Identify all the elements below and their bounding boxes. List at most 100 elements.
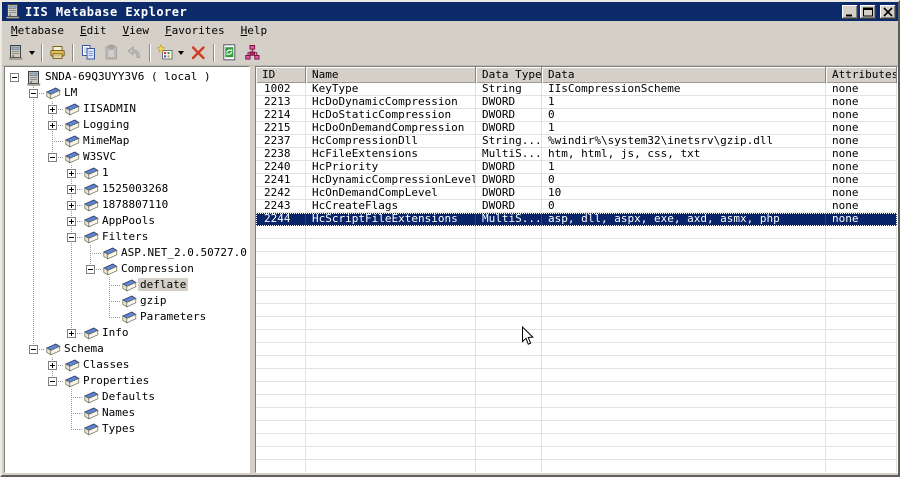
column-header-attributes[interactable]: Attributes [826,67,897,83]
tree-item-info[interactable]: Info [5,325,249,341]
expand-plus-icon[interactable] [67,217,76,226]
column-header-id[interactable]: ID [256,67,306,83]
empty-row[interactable] [256,317,897,330]
copy-button[interactable] [77,42,100,64]
tree-guide-line [71,405,72,413]
table-row-2237[interactable]: 2237 HcCompressionDll String... %windir%\sy… [256,135,897,148]
collapse-minus-icon[interactable] [29,345,38,354]
tree-item-types[interactable]: Types [5,421,249,437]
tree-item-w3svc[interactable]: W3SVC [5,149,249,165]
paste-button[interactable] [100,42,123,64]
table-row-2241[interactable]: 2241 HcDynamicCompressionLevel DWORD 0 none [256,174,897,187]
empty-row[interactable] [256,330,897,343]
tree-item-filters[interactable]: Filters [5,229,249,245]
tree-item-schema[interactable]: Schema [5,341,249,357]
column-header-name[interactable]: Name [306,67,476,83]
collapse-minus-icon[interactable] [67,233,76,242]
tree-item-1525003268[interactable]: 1525003268 [5,181,249,197]
empty-row[interactable] [256,369,897,382]
empty-row[interactable] [256,265,897,278]
empty-row[interactable] [256,356,897,369]
maximize-button[interactable] [860,4,876,19]
tree-view-button[interactable] [241,42,264,64]
menu-edit[interactable]: Edit [72,22,115,39]
table-row-2238[interactable]: 2238 HcFileExtensions MultiS... htm, html, … [256,148,897,161]
tree-item-parameters[interactable]: Parameters [5,309,249,325]
table-row-2213[interactable]: 2213 HcDoDynamicCompression DWORD 1 none [256,96,897,109]
menu-view[interactable]: View [114,22,157,39]
tree-item-mimemap[interactable]: MimeMap [5,133,249,149]
tree-item-asp-net-2-0-50727-0[interactable]: ASP.NET_2.0.50727.0 [5,245,249,261]
expand-plus-icon[interactable] [67,201,76,210]
tree-item-names[interactable]: Names [5,405,249,421]
column-header-data[interactable]: Data [542,67,826,83]
expand-plus-icon[interactable] [48,105,57,114]
empty-row[interactable] [256,395,897,408]
new-key-button[interactable] [154,42,187,64]
cell-attributes: none [826,148,897,161]
expand-plus-icon[interactable] [67,185,76,194]
expand-plus-icon[interactable] [48,121,57,130]
collapse-minus-icon[interactable] [10,73,19,82]
collapse-minus-icon[interactable] [86,265,95,274]
empty-row[interactable] [256,278,897,291]
table-row-2240[interactable]: 2240 HcPriority DWORD 1 none [256,161,897,174]
tree-item-gzip[interactable]: gzip [5,293,249,309]
new-key-dropdown-arrow-icon[interactable] [178,50,184,55]
tree-item-properties[interactable]: Properties [5,373,249,389]
empty-row[interactable] [256,226,897,239]
empty-row[interactable] [256,239,897,252]
menu-favorites[interactable]: Favorites [157,22,233,39]
table-row-2243[interactable]: 2243 HcCreateFlags DWORD 0 none [256,200,897,213]
table-row-2215[interactable]: 2215 HcDoOnDemandCompression DWORD 1 none [256,122,897,135]
empty-row[interactable] [256,343,897,356]
empty-row[interactable] [256,434,897,447]
metabase-key-icon [64,358,80,372]
empty-row[interactable] [256,252,897,265]
tree-item-iisadmin[interactable]: IISADMIN [5,101,249,117]
cell-data-type: MultiS... [476,213,542,226]
tree-guide-line [33,149,34,165]
tree-item-snda-69q3uyy3v6-local[interactable]: SNDA-69Q3UYY3V6 ( local ) [5,69,249,86]
empty-row[interactable] [256,447,897,460]
delete-button[interactable] [187,42,210,64]
tree-item-logging[interactable]: Logging [5,117,249,133]
connect-computer-dropdown-arrow-icon[interactable] [29,50,35,55]
empty-row[interactable] [256,291,897,304]
tree-item-compression[interactable]: Compression [5,261,249,277]
minimize-button[interactable] [842,4,858,19]
collapse-minus-icon[interactable] [48,153,57,162]
collapse-minus-icon[interactable] [48,377,57,386]
expand-plus-icon[interactable] [48,361,57,370]
empty-row[interactable] [256,382,897,395]
empty-row[interactable] [256,421,897,434]
connect-computer-button[interactable] [5,42,38,64]
tree-item-deflate[interactable]: deflate [5,277,249,293]
menu-metabase[interactable]: Metabase [3,22,72,39]
tree-item-1878807110[interactable]: 1878807110 [5,197,249,213]
empty-row[interactable] [256,460,897,472]
column-header-data-type[interactable]: Data Type [476,67,542,83]
cell-attributes: none [826,187,897,200]
tree-item-classes[interactable]: Classes [5,357,249,373]
table-row-2214[interactable]: 2214 HcDoStaticCompression DWORD 0 none [256,109,897,122]
tree-item-lm[interactable]: LM [5,85,249,101]
refresh-button[interactable] [218,42,241,64]
expand-plus-icon[interactable] [67,169,76,178]
tree-item-1[interactable]: 1 [5,165,249,181]
menu-help[interactable]: Help [233,22,276,39]
table-row-1002[interactable]: 1002 KeyType String IIsCompressionScheme non… [256,83,897,96]
expand-plus-icon[interactable] [67,329,76,338]
undo-button[interactable] [123,42,146,64]
tree-item-label: Classes [83,358,130,371]
table-row-2244[interactable]: 2244 HcScriptFileExtensions MultiS... asp, … [256,213,897,226]
tree-item-defaults[interactable]: Defaults [5,389,249,405]
tree-item-apppools[interactable]: AppPools [5,213,249,229]
table-row-2242[interactable]: 2242 HcOnDemandCompLevel DWORD 10 none [256,187,897,200]
empty-row[interactable] [256,408,897,421]
print-button[interactable] [46,42,69,64]
close-button[interactable] [880,4,896,19]
paste-icon [103,44,120,61]
empty-row[interactable] [256,304,897,317]
collapse-minus-icon[interactable] [29,89,38,98]
